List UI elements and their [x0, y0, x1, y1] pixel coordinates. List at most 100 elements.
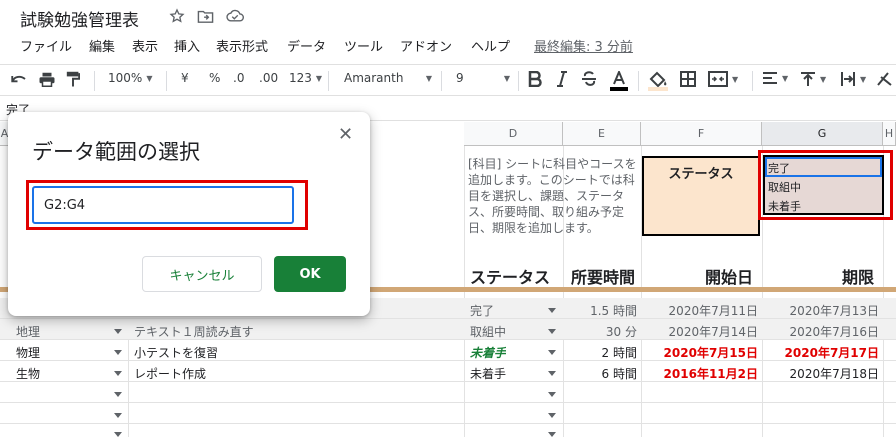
cloud-saved-icon[interactable] [226, 7, 244, 25]
italic-icon[interactable] [556, 71, 568, 87]
zoom-select[interactable]: 100% ▼ [108, 71, 152, 85]
select-data-range-dialog: データ範囲の選択 ✕ G2:G4 キャンセル OK [8, 112, 370, 316]
column-header-e[interactable]: E [563, 122, 641, 146]
cell-subject[interactable]: 地理 [16, 323, 40, 340]
move-folder-icon[interactable] [196, 7, 214, 25]
currency-button[interactable]: ¥ [181, 71, 189, 85]
grid-line [0, 402, 896, 403]
menu-edit[interactable]: 編集 [89, 36, 115, 55]
increase-decimal-label: .00 [259, 71, 279, 85]
font-size-value: 9 [456, 71, 464, 85]
text-rotation-icon[interactable] [876, 71, 894, 87]
toolbar-separator [166, 71, 167, 91]
cell-duration[interactable]: 2 時間 [563, 344, 637, 361]
menu-data[interactable]: データ [287, 36, 326, 55]
ok-button[interactable]: OK [274, 256, 346, 292]
menu-insert[interactable]: 挿入 [174, 36, 200, 55]
chevron-down-icon[interactable] [114, 413, 122, 418]
chevron-down-icon[interactable] [548, 432, 556, 437]
grid-line [0, 423, 896, 424]
zoom-value: 100% [108, 71, 143, 85]
cell-status[interactable]: 未着手 [470, 344, 506, 361]
dialog-title: データ範囲の選択 [32, 140, 200, 164]
cancel-button[interactable]: キャンセル [142, 256, 262, 292]
menu-tools[interactable]: ツール [344, 36, 383, 55]
cell-task[interactable]: レポート作成 [134, 365, 206, 382]
chevron-down-icon[interactable] [114, 392, 122, 397]
percent-button[interactable]: % [209, 71, 220, 85]
column-header-g[interactable]: G [762, 122, 883, 146]
cell-start-date[interactable]: 2020年7月11日 [641, 302, 758, 319]
cell-duration[interactable]: 30 分 [563, 323, 637, 340]
cell-subject[interactable]: 物理 [16, 344, 40, 361]
chevron-down-icon[interactable] [114, 432, 122, 437]
cell-status[interactable]: 未着手 [470, 365, 506, 382]
menu-help[interactable]: ヘルプ [471, 36, 510, 55]
document-title[interactable]: 試験勉強管理表 [20, 6, 139, 31]
paint-format-icon[interactable] [66, 71, 80, 88]
font-size-select[interactable]: 9 ▼ [456, 71, 510, 85]
menu-file[interactable]: ファイル [20, 36, 72, 55]
cell-due-date[interactable]: 2020年7月18日 [762, 365, 879, 382]
cell-subject[interactable]: 生物 [16, 365, 40, 382]
chevron-down-icon: ▼ [860, 74, 867, 84]
chevron-down-icon[interactable] [114, 350, 122, 355]
cell-start-date[interactable]: 2020年7月15日 [641, 344, 758, 361]
decrease-decimal-button[interactable]: .0 [233, 71, 244, 85]
chevron-down-icon[interactable] [548, 392, 556, 397]
vertical-align-icon[interactable]: ▼ [800, 71, 826, 87]
undo-icon[interactable] [10, 71, 28, 87]
status-legend-box[interactable]: ステータス [642, 156, 760, 236]
menu-format[interactable]: 表示形式 [216, 36, 268, 55]
chevron-down-icon[interactable] [548, 371, 556, 376]
header-status: ステータス [470, 268, 551, 287]
toolbar-separator [752, 71, 753, 91]
cell-status[interactable]: 完了 [470, 302, 494, 319]
toolbar-separator [94, 71, 95, 91]
chevron-down-icon[interactable] [114, 371, 122, 376]
horizontal-align-icon[interactable]: ▼ [762, 71, 788, 85]
cell-task[interactable]: 小テストを復習 [134, 344, 218, 361]
cell-duration[interactable]: 1.5 時間 [563, 302, 637, 319]
print-icon[interactable] [38, 71, 56, 88]
text-color-icon[interactable] [610, 71, 628, 91]
cell-start-date[interactable]: 2016年11月2日 [641, 365, 758, 382]
chevron-down-icon[interactable] [114, 329, 122, 334]
cell-due-date[interactable]: 2020年7月16日 [762, 323, 879, 340]
column-header-d[interactable]: D [464, 122, 563, 146]
title-bar: 試験勉強管理表 [0, 0, 896, 34]
borders-icon[interactable] [680, 71, 696, 87]
chevron-down-icon: ▼ [146, 73, 153, 83]
range-input[interactable]: G2:G4 [32, 186, 294, 224]
cell-start-date[interactable]: 2020年7月14日 [641, 323, 758, 340]
close-icon[interactable]: ✕ [338, 124, 353, 145]
chevron-down-icon[interactable] [548, 308, 556, 313]
chevron-down-icon[interactable] [548, 350, 556, 355]
menu-addons[interactable]: アドオン [400, 36, 452, 55]
cell-duration[interactable]: 6 時間 [563, 365, 637, 382]
bold-icon[interactable] [528, 71, 542, 87]
toolbar-separator [441, 71, 442, 91]
cell-due-date[interactable]: 2020年7月13日 [762, 302, 879, 319]
cell-task[interactable]: テキスト１周読み直す [134, 323, 254, 340]
menu-view[interactable]: 表示 [132, 36, 158, 55]
star-icon[interactable] [168, 7, 186, 25]
font-select[interactable]: Amaranth ▼ [344, 71, 432, 85]
chevron-down-icon[interactable] [548, 413, 556, 418]
increase-decimal-button[interactable]: .00 [259, 71, 278, 85]
fill-color-icon[interactable] [648, 71, 668, 91]
merge-cells-icon[interactable]: ▼ [708, 71, 738, 87]
chevron-down-icon: ▼ [732, 74, 739, 84]
chevron-down-icon[interactable] [548, 329, 556, 334]
last-edit-link[interactable]: 最終編集: 3 分前 [534, 36, 633, 55]
instruction-text: [科目] シートに科目やコースを追加します。このシートでは科目を選択し、課題、ス… [468, 157, 637, 235]
column-header-f[interactable]: F [641, 122, 762, 146]
text-wrap-icon[interactable]: ▼ [840, 71, 866, 87]
cell-status[interactable]: 取組中 [470, 323, 506, 340]
chevron-down-icon: ▼ [820, 74, 827, 84]
toolbar: 100% ▼ ¥ % .0 .00 123 ▼ Amaranth ▼ 9 ▼ ▼ ▼ ▼… [0, 64, 896, 96]
column-header-h[interactable]: H [883, 122, 896, 146]
number-format-select[interactable]: 123 ▼ [289, 71, 322, 85]
strikethrough-icon[interactable] [582, 71, 596, 87]
cell-due-date[interactable]: 2020年7月17日 [762, 344, 879, 361]
